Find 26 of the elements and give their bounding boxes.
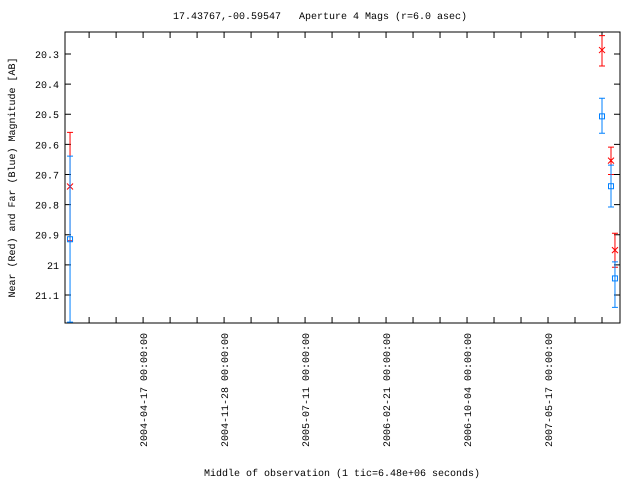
- point: [598, 46, 606, 54]
- y-tick-label: 20.3: [34, 51, 59, 62]
- y-tick-label: 20.4: [34, 81, 59, 92]
- x-tick-label: 2007-05-17 00:00:00: [545, 333, 556, 448]
- point: [66, 183, 74, 190]
- x-tick-label: 2004-04-17 00:00:00: [140, 333, 152, 448]
- y-tick-label: 20.5: [34, 111, 59, 122]
- y-tick-label: 20.7: [34, 172, 59, 182]
- x-tick-label: 2004-11-28 00:00:00: [221, 333, 232, 448]
- point: [599, 113, 606, 120]
- y-axis-label: Near (Red) and Far (Blue) Magnitude [AB]: [8, 57, 19, 298]
- x-tick-label: 2006-02-21 00:00:00: [383, 333, 394, 448]
- y-tick-label: 20.8: [34, 202, 59, 213]
- point: [608, 183, 614, 190]
- x-tick-label: 2005-07-11 00:00:00: [302, 333, 314, 448]
- y-tick-label: 20.9: [34, 232, 59, 243]
- x-tick-label: 2006-10-04 00:00:00: [464, 333, 476, 448]
- point: [608, 157, 614, 164]
- point: [611, 246, 618, 254]
- y-tick-label: 20.6: [34, 141, 59, 152]
- chart-title: 17.43767,-00.59547 Aperture 4 Mags (r=6.0 asec): [172, 12, 468, 23]
- y-tick-label: 21: [46, 262, 59, 273]
- x-axis-label: Middle of observation (1 tic=6.48e+06 seconds): [204, 469, 480, 480]
- y-tick-label: 21.1: [34, 292, 59, 303]
- point: [67, 236, 74, 242]
- point: [612, 275, 618, 282]
